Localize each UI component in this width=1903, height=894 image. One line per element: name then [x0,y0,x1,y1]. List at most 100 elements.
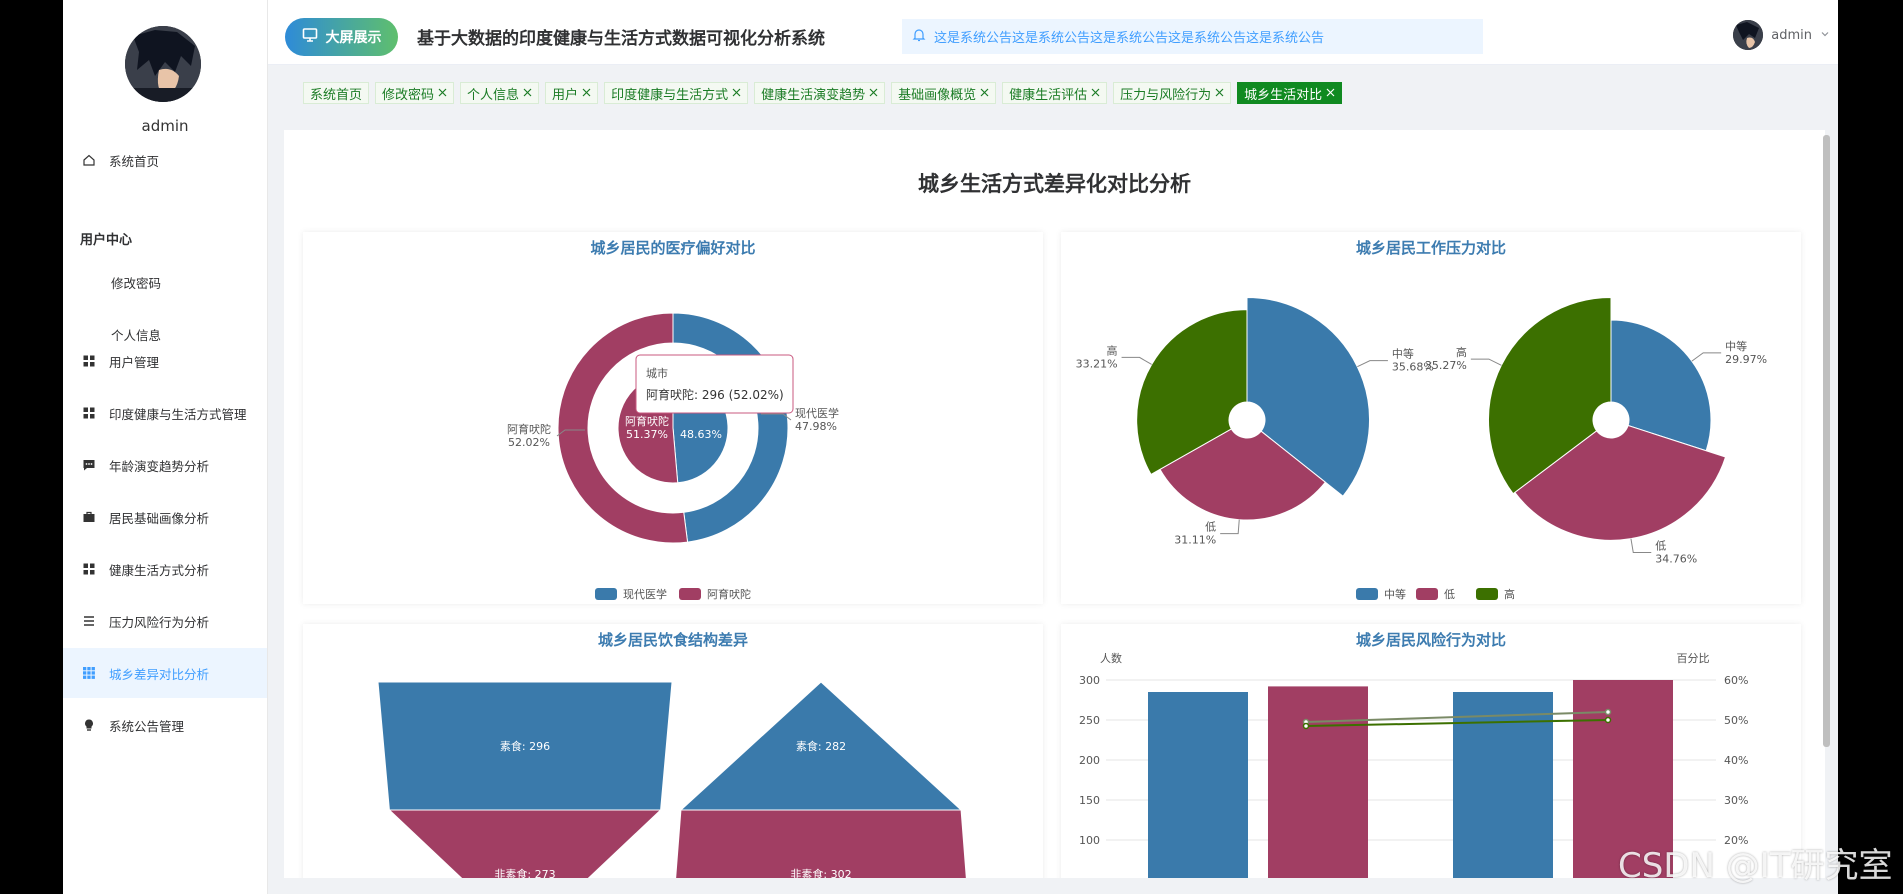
big-screen-button[interactable]: 大屏展示 [285,18,398,56]
sidebar-item-healthy-lifestyle-analysis[interactable]: 健康生活方式分析 [63,544,267,594]
sidebar-username: admin [141,117,189,135]
chat-icon [81,457,97,473]
diet-structure-chart: 素食: 296 非素食: 273 素食: 282 非素食: 302 [377,681,967,878]
tab-label: 健康生活评估 [1009,87,1088,103]
panel-medical-preference: 城乡居民的医疗偏好对比 现代医学 47.98% 阿育吠陀 52.02% 48.63% 阿育… [303,232,1043,604]
briefcase-icon [81,509,97,525]
inner-value: 48.63% [680,428,722,441]
label-line [1121,356,1152,365]
rose-value: 31.11% [1174,534,1216,547]
rose-label: 中等 [1725,339,1747,353]
bar [1268,686,1368,878]
legend-swatch [1416,588,1438,600]
sidebar-item-user-management[interactable]: 用户管理 [63,336,267,386]
user-menu[interactable]: admin [1733,20,1830,50]
y-tick-label: 250 [1079,714,1100,727]
bell-icon [912,28,926,46]
legend-label: 阿育吠陀 [707,587,751,601]
y2-tick-label: 30% [1724,794,1748,807]
rose-label: 高 [1456,345,1467,359]
tooltip-box [635,354,794,414]
tab-4[interactable]: 印度健康与生活方式 [604,82,749,104]
grid-icon [81,353,97,369]
close-icon[interactable] [980,86,989,101]
tab-0[interactable]: 系统首页 [303,82,370,104]
tab-8[interactable]: 压力与风险行为 [1113,82,1232,104]
rose-value: 35.27% [1425,359,1467,372]
tab-label: 系统首页 [310,87,363,103]
avatar[interactable] [125,26,201,102]
sidebar-item-home[interactable]: 系统首页 [63,135,267,185]
tab-5[interactable]: 健康生活演变趋势 [754,82,886,104]
work-pressure-chart: 中等35.68%低31.11%高33.21%中等29.97%低34.76%高35… [1076,296,1767,601]
label-line [1470,358,1502,366]
sidebar-item-notice-management[interactable]: 系统公告管理 [63,700,267,750]
tab-9[interactable]: 城乡生活对比 [1237,82,1343,104]
sidebar-item-pressure-risk-analysis[interactable]: 压力风险行为分析 [63,596,267,646]
content-scrollbar[interactable] [1823,135,1830,747]
funnel-label: 非素食: 302 [790,867,851,878]
sidebar-item-change-password[interactable]: 修改密码 [111,273,161,292]
sidebar-item-urban-rural-analysis[interactable]: 城乡差异对比分析 [63,648,267,698]
sidebar-item-label: 用户管理 [109,354,160,370]
legend-swatch [1476,588,1498,600]
close-icon[interactable] [1091,86,1100,101]
rose-label: 低 [1655,539,1666,552]
y-axis-label: 人数 [1100,652,1122,665]
tab-7[interactable]: 健康生活评估 [1002,82,1108,104]
app-window: admin 系统首页用户管理印度健康与生活方式管理 年龄演变趋势分析居民基础画像分… [63,0,1838,894]
tab-label: 个人信息 [467,87,520,103]
panel-work-pressure: 城乡居民工作压力对比 中等 35.68% 低 31.11% 高 33.21% 中等 29.97… [1061,232,1801,604]
bar [1148,692,1248,878]
sidebar-item-resident-profile-analysis[interactable]: 居民基础画像分析 [63,492,267,542]
tags-view: 系统首页 修改密码 个人信息 用户 印度健康与生活方式 健康生活演变趋势 基础画像概览 健康生… [303,82,1343,104]
watermark: CSDN @IT研究室 [1618,846,1893,886]
sidebar-item-health-lifestyle-management[interactable]: 印度健康与生活方式管理 [63,388,267,438]
tab-3[interactable]: 用户 [545,82,599,104]
close-icon[interactable] [582,86,591,101]
label-line [1691,352,1722,362]
y2-tick-label: 60% [1724,674,1748,687]
close-icon[interactable] [1215,86,1224,101]
sidebar-item-label: 城乡差异对比分析 [109,666,210,682]
outer-label: 阿育吠陀 [507,422,551,436]
tab-label: 基础画像概览 [898,87,977,103]
notice-text: 这是系统公告这是系统公告这是系统公告这是系统公告这是系统公告 [934,31,1325,46]
sidebar-item-label: 压力风险行为分析 [109,614,210,630]
outer-label: 现代医学 [795,406,839,420]
grid-icon [81,405,97,421]
header-avatar [1733,20,1764,50]
close-icon[interactable] [1326,86,1335,101]
list-icon [81,613,97,629]
tab-label: 健康生活演变趋势 [761,87,866,103]
close-icon[interactable] [732,86,741,101]
bar [1453,692,1553,878]
label-line [1630,538,1652,553]
tab-label: 印度健康与生活方式 [611,87,729,103]
tab-2[interactable]: 个人信息 [460,82,540,104]
inner-value: 51.37% [626,428,668,441]
sidebar-item-age-trend-analysis[interactable]: 年龄演变趋势分析 [63,440,267,490]
close-icon[interactable] [869,86,878,101]
menu-group-user-center: 用户中心 [80,233,133,248]
tab-6[interactable]: 基础画像概览 [891,82,997,104]
close-icon[interactable] [523,86,532,101]
sidebar-item-profile[interactable]: 个人信息 [111,325,161,344]
rose-value: 29.97% [1725,353,1767,366]
legend-label: 中等 [1384,587,1406,601]
close-icon[interactable] [438,86,447,101]
tab-label: 压力与风险行为 [1120,87,1212,103]
tab-label: 用户 [552,87,579,103]
rose-value: 33.21% [1076,357,1118,370]
y2-axis-label: 百分比 [1677,652,1710,665]
legend-swatch [1356,588,1378,600]
sidebar-item-label: 居民基础画像分析 [109,510,210,526]
home-icon [81,152,97,168]
sidebar: admin 系统首页用户管理印度健康与生活方式管理 年龄演变趋势分析居民基础画像分… [63,0,268,894]
header-username: admin [1771,27,1812,43]
legend-swatch [679,588,701,600]
top-header: 大屏展示 基于大数据的印度健康与生活方式数据可视化分析系统 这是系统公告这是系统… [268,0,1838,65]
funnel-label: 非素食: 273 [494,867,555,878]
tab-1[interactable]: 修改密码 [375,82,455,104]
page-title: 城乡生活方式差异化对比分析 [918,172,1191,196]
